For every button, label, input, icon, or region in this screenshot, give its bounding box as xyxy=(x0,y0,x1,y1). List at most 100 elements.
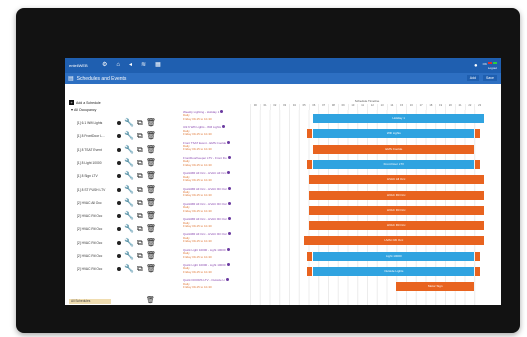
info-icon[interactable] xyxy=(222,125,226,129)
trash-icon[interactable]: 🗑 xyxy=(146,171,156,181)
event-item[interactable]: Quick DOORS LTV - Outside Li Daily Friday … xyxy=(183,278,249,289)
tree-row[interactable]: [2] HVAC Rtl Occ 🔧 ⧉ 🗑 xyxy=(69,211,173,221)
copy-icon[interactable]: ⧉ xyxy=(137,131,143,141)
copy-icon[interactable]: ⧉ xyxy=(137,238,143,248)
tree-row[interactable]: [1] 8 ST PUSH LTV 🔧 ⧉ 🗑 xyxy=(69,185,173,195)
copy-icon[interactable]: ⧉ xyxy=(137,145,143,155)
info-icon[interactable] xyxy=(227,201,231,205)
event-item[interactable]: Weekly Lighting - Holiday 1 Daily Friday 0… xyxy=(183,110,249,121)
info-icon[interactable] xyxy=(117,121,121,125)
gantt-off-segment[interactable] xyxy=(475,159,481,169)
wrench-icon[interactable]: 🔧 xyxy=(124,158,134,168)
wrench-icon[interactable]: 🔧 xyxy=(124,171,134,181)
gantt-bar[interactable]: EMS Coolde xyxy=(313,144,475,154)
event-item[interactable]: Quick Light 10000 - Light 10000 Daily Frid… xyxy=(183,263,249,274)
info-icon[interactable] xyxy=(227,186,231,190)
event-item[interactable]: FrontDoorKeeper LTV - Front Do Daily Frida… xyxy=(183,155,249,167)
trash-icon[interactable]: 🗑 xyxy=(146,158,156,168)
info-icon[interactable] xyxy=(227,171,231,175)
add-schedule-row[interactable]: + Add a Schedule xyxy=(69,99,173,106)
wrench-icon[interactable]: 🔧 xyxy=(124,145,134,155)
info-icon[interactable] xyxy=(227,155,231,159)
wrench-icon[interactable]: 🔧 xyxy=(124,185,134,195)
gear-icon[interactable]: ⚙ xyxy=(102,58,107,73)
gantt-off-segment[interactable] xyxy=(307,267,313,276)
tree-row[interactable]: [1] 8 FrontDoor L... 🔧 ⧉ 🗑 xyxy=(69,131,173,141)
wrench-icon[interactable]: 🔧 xyxy=(124,224,134,234)
info-icon[interactable] xyxy=(227,232,231,236)
info-icon[interactable] xyxy=(117,227,121,232)
gantt-bar[interactable]: HVAC Rtl Occ xyxy=(308,221,484,231)
wrench-icon[interactable]: 🔧 xyxy=(124,251,134,261)
gantt-bar[interactable]: HVAC All Occ xyxy=(308,175,484,185)
trash-icon[interactable]: 🗑 xyxy=(146,118,156,128)
info-icon[interactable] xyxy=(226,263,230,266)
gantt-bar[interactable]: HVAC Rtl Occ xyxy=(308,205,484,215)
wifi-icon[interactable]: ≋ xyxy=(141,58,146,73)
save-button[interactable]: Save xyxy=(483,75,497,81)
wrench-icon[interactable]: 🔧 xyxy=(124,264,134,274)
gantt-bar[interactable]: HVAC Rtl Occ xyxy=(303,236,484,246)
wrench-icon[interactable]: 🔧 xyxy=(124,118,134,128)
gantt-bar[interactable]: Light 10000 xyxy=(313,251,475,261)
copy-icon[interactable]: ⧉ xyxy=(137,264,143,274)
gantt-bar[interactable]: Motor Sign xyxy=(396,282,475,292)
add-button[interactable]: Add xyxy=(466,75,480,81)
trash-icon[interactable]: 🗑 xyxy=(146,131,156,141)
tree-row[interactable]: [1] 6.1 Wifi Lights 🔧 ⧉ 🗑 xyxy=(69,118,173,128)
info-icon[interactable] xyxy=(225,278,229,282)
info-icon[interactable] xyxy=(117,134,121,139)
wrench-icon[interactable]: 🔧 xyxy=(124,238,134,248)
tree-row[interactable]: [2] HVAC Rtl Occ 🔧 ⧉ 🗑 xyxy=(69,264,173,274)
event-item[interactable]: Ulti 6 Wifi Lights - Wifi Lights Daily Fri… xyxy=(183,125,249,136)
gantt-bar[interactable]: HVAC Rtl Occ xyxy=(308,190,484,200)
trash-icon[interactable]: 🗑 xyxy=(146,238,156,248)
info-icon[interactable] xyxy=(226,247,230,251)
trash-icon[interactable]: 🗑 xyxy=(146,185,156,195)
gantt-bar[interactable]: Wifi Lights xyxy=(313,129,475,139)
info-icon[interactable] xyxy=(227,140,231,144)
user-icon[interactable]: ● xyxy=(474,63,478,69)
gantt-off-segment[interactable] xyxy=(475,267,481,276)
info-icon[interactable] xyxy=(117,174,121,179)
event-item[interactable]: QuickMR All Occ - HVAC Rtl Occ Daily Frida… xyxy=(183,201,249,213)
copy-icon[interactable]: ⧉ xyxy=(137,158,143,168)
all-schedules-chip[interactable]: All Schedules xyxy=(69,299,111,304)
tree-row[interactable]: [2] HVAC Rtl Occ 🔧 ⧉ 🗑 xyxy=(69,238,173,248)
event-item[interactable]: QuickMR All Occ - HVAC Rtl Occ Daily Frida… xyxy=(183,232,249,243)
tree-row[interactable]: [2] HVAC All Occ 🔧 ⧉ 🗑 xyxy=(69,198,173,208)
info-icon[interactable] xyxy=(117,267,121,272)
info-icon[interactable] xyxy=(117,187,121,192)
info-icon[interactable] xyxy=(220,110,224,113)
gantt-bar[interactable]: Outside Lights xyxy=(313,267,475,276)
plus-icon[interactable]: + xyxy=(69,100,74,105)
tree-row[interactable]: [1] 8 Sign LTV 🔧 ⧉ 🗑 xyxy=(69,171,173,181)
tree-row[interactable]: [1] 8 TSAT Event 🔧 ⧉ 🗑 xyxy=(69,145,173,155)
copy-icon[interactable]: ⧉ xyxy=(137,118,143,128)
gantt-off-segment[interactable] xyxy=(475,129,481,139)
info-icon[interactable] xyxy=(117,214,121,219)
tree-group[interactable]: ▾ All Occupancy xyxy=(71,106,173,113)
copy-icon[interactable]: ⧉ xyxy=(137,198,143,208)
info-icon[interactable] xyxy=(117,254,121,258)
trash-icon[interactable]: 🗑 xyxy=(146,296,155,304)
copy-icon[interactable]: ⧉ xyxy=(137,224,143,234)
trash-icon[interactable]: 🗑 xyxy=(146,211,156,221)
gantt-off-segment[interactable] xyxy=(307,251,313,261)
gantt-off-segment[interactable] xyxy=(307,129,313,139)
copy-icon[interactable]: ⧉ xyxy=(137,251,143,261)
caret-down-icon[interactable]: ▾ xyxy=(71,107,73,112)
trash-icon[interactable]: 🗑 xyxy=(146,198,156,208)
event-item[interactable]: Quick Light 10000 - Light 10000 Daily Frid… xyxy=(183,247,249,259)
event-item[interactable]: Front TSAT Event - EMS Coolde Daily Friday… xyxy=(183,140,249,152)
tree-row[interactable]: [1] 8 Light 10000 🔧 ⧉ 🗑 xyxy=(69,158,173,168)
tree-row[interactable]: [2] HVAC Rtl Occ 🔧 ⧉ 🗑 xyxy=(69,224,173,234)
info-icon[interactable] xyxy=(227,217,231,221)
tree-row[interactable]: [2] HVAC Rtl Occ 🔧 ⧉ 🗑 xyxy=(69,251,173,261)
calendar-icon[interactable]: ▦ xyxy=(155,58,161,73)
copy-icon[interactable]: ⧉ xyxy=(137,211,143,221)
event-item[interactable]: QuickMR All Occ - HVAC All Occ Daily Frida… xyxy=(183,171,249,182)
info-icon[interactable] xyxy=(117,200,121,205)
gantt-bar[interactable]: Front Door LTV xyxy=(313,159,475,169)
trash-icon[interactable]: 🗑 xyxy=(146,224,156,234)
